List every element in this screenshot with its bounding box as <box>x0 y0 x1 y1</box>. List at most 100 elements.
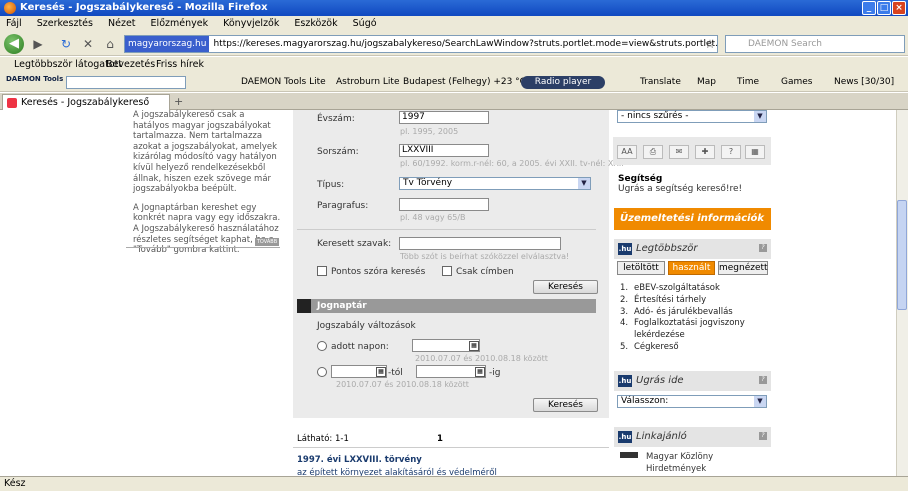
list-item[interactable]: 3. Adó- és járulékbevallás <box>620 307 770 319</box>
help-icon[interactable]: ? <box>759 432 767 440</box>
stop-icon[interactable]: ✕ <box>80 36 96 52</box>
scrollbar-thumb[interactable] <box>897 200 907 310</box>
daemon-lite-link[interactable]: DAEMON Tools Lite <box>241 73 326 92</box>
bookmarks-bar: Legtöbbször látogatott Bevezetés Friss h… <box>0 57 908 73</box>
tab-downloaded[interactable]: letöltött <box>617 261 665 275</box>
jump-select-value: Válasszon: <box>621 396 669 406</box>
hu-logo: .hu <box>618 243 632 255</box>
keywords-input[interactable] <box>399 237 561 250</box>
exact-word-checkbox[interactable] <box>317 266 327 276</box>
help-link[interactable]: Ugrás a segítség kereső!re! <box>618 184 742 194</box>
addon-toolbar: DAEMON Tools DAEMON Tools Lite Astroburn… <box>0 73 908 92</box>
link-widget-header: .hu Linkajánló? <box>614 427 771 447</box>
jump-select[interactable]: Válasszon: ▼ <box>617 395 767 408</box>
calendar-header: Jognaptár <box>297 299 596 313</box>
filter-value: - nincs szűrés - <box>621 111 689 121</box>
ops-info-banner[interactable]: Üzemeltetési információk <box>614 208 771 230</box>
help-icon[interactable]: ? <box>759 244 767 252</box>
menu-bar: Fájl Szerkesztés Nézet Előzmények Könyvj… <box>0 16 908 32</box>
url-bar[interactable]: magyarorszag.hu https://kereses.magyarors… <box>124 35 718 53</box>
year-label: Évszám: <box>317 114 355 124</box>
list-item[interactable]: 5. Cégkereső <box>620 342 770 354</box>
calendar-header-block <box>297 299 311 313</box>
time-link[interactable]: Time <box>737 73 759 92</box>
tovabb-button[interactable]: TOVÁBB <box>255 238 279 246</box>
chevron-down-icon: ▼ <box>754 111 766 122</box>
title-bar: Keresés - Jogszabálykereső - Mozilla Fir… <box>0 0 908 16</box>
result-title-link[interactable]: 1997. évi LXXVIII. törvény <box>297 455 422 465</box>
home-icon[interactable]: ⌂ <box>102 36 118 52</box>
list-item[interactable]: 2. Értesítési tárhely <box>620 295 770 307</box>
menu-view[interactable]: Nézet <box>108 18 136 29</box>
grid-icon[interactable]: ▦ <box>745 145 765 159</box>
map-link[interactable]: Map <box>697 73 716 92</box>
astroburn-link[interactable]: Astroburn Lite <box>336 73 400 92</box>
search-input[interactable]: DAEMON Search <box>725 35 905 53</box>
paragraph-input[interactable] <box>399 198 489 211</box>
filter-select[interactable]: - nincs szűrés - ▼ <box>617 110 767 123</box>
calendar-icon[interactable]: ▦ <box>376 367 386 377</box>
font-size-icon[interactable]: AA <box>617 145 637 159</box>
most-widget-header: .hu Legtöbbször? <box>614 239 771 259</box>
translate-link[interactable]: Translate <box>640 73 681 92</box>
new-tab-button[interactable]: + <box>174 95 183 108</box>
bookmark-news[interactable]: Friss hírek <box>156 57 204 73</box>
reload-icon[interactable]: ↻ <box>58 36 74 52</box>
info-paragraph-1: A jogszabálykereső csak a hatályos magya… <box>133 110 278 195</box>
tab-search[interactable]: Keresés - Jogszabálykereső <box>2 94 170 110</box>
most-widget-title: Legtöbbször <box>636 243 698 254</box>
search-button[interactable]: Keresés <box>533 280 598 294</box>
title-only-checkbox[interactable] <box>442 266 452 276</box>
link-gazette[interactable]: Magyar Közlöny <box>646 452 713 462</box>
calendar-search-button[interactable]: Keresés <box>533 398 598 412</box>
title-only-label: Csak címben <box>456 267 514 277</box>
on-date-radio[interactable] <box>317 341 327 351</box>
mail-icon[interactable]: ✉ <box>669 145 689 159</box>
menu-edit[interactable]: Szerkesztés <box>37 18 93 29</box>
menu-file[interactable]: Fájl <box>6 18 22 29</box>
news-link[interactable]: News [30/30] <box>834 73 894 92</box>
tab-viewed[interactable]: megnézett <box>718 261 768 275</box>
menu-help[interactable]: Súgó <box>353 18 377 29</box>
calendar-icon[interactable]: ▦ <box>469 341 479 351</box>
daemon-search-input[interactable] <box>66 76 186 89</box>
page-number[interactable]: 1 <box>437 434 443 444</box>
divider <box>126 247 280 248</box>
radio-player[interactable]: Radio player <box>521 76 605 89</box>
calendar-icon[interactable]: ▦ <box>475 367 485 377</box>
range-radio[interactable] <box>317 367 327 377</box>
games-link[interactable]: Games <box>781 73 812 92</box>
list-item[interactable]: 4. Foglalkoztatási jogviszony lekérdezése <box>620 318 770 342</box>
from-label: -tól <box>388 368 403 378</box>
changes-label: Jogszabály változások <box>317 321 416 331</box>
bookmark-intro[interactable]: Bevezetés <box>106 57 155 73</box>
menu-history[interactable]: Előzmények <box>151 18 209 29</box>
weather-widget[interactable]: Budapest (Felhegy) +23 °C <box>403 73 526 92</box>
back-button[interactable]: ◀ <box>4 34 24 54</box>
daemon-logo: DAEMON Tools <box>6 75 64 83</box>
help-icon[interactable]: ? <box>759 376 767 384</box>
close-button[interactable]: × <box>892 1 906 15</box>
chevron-down-icon: ▼ <box>754 396 766 407</box>
favicon-icon <box>7 98 17 108</box>
print-icon[interactable]: ⎙ <box>643 145 663 159</box>
result-divider <box>293 447 609 448</box>
menu-tools[interactable]: Eszközök <box>294 18 337 29</box>
list-item[interactable]: 1. eBEV-szolgáltatások <box>620 283 770 295</box>
menu-bookmarks[interactable]: Könyvjelzők <box>223 18 279 29</box>
year-input[interactable]: 1997 <box>399 111 489 124</box>
minimize-button[interactable]: _ <box>862 1 876 15</box>
help-icon[interactable]: ? <box>721 145 741 159</box>
forward-button[interactable]: ▶ <box>30 36 46 52</box>
link-notices[interactable]: Hirdetmények <box>646 464 706 474</box>
star-icon[interactable]: ☆ <box>702 36 718 52</box>
site-identity[interactable]: magyarorszag.hu <box>125 36 210 52</box>
range-hint: 2010.07.07 és 2010.08.18 között <box>336 380 469 389</box>
number-input[interactable]: LXXVIII <box>399 144 489 157</box>
form-divider <box>297 229 596 230</box>
bookmark-icon[interactable]: ✚ <box>695 145 715 159</box>
type-select[interactable]: Tv Törvény ▼ <box>399 177 591 190</box>
maximize-button[interactable]: □ <box>877 1 891 15</box>
tab-used[interactable]: használt <box>668 261 715 275</box>
tab-label: Keresés - Jogszabálykereső <box>21 97 150 108</box>
